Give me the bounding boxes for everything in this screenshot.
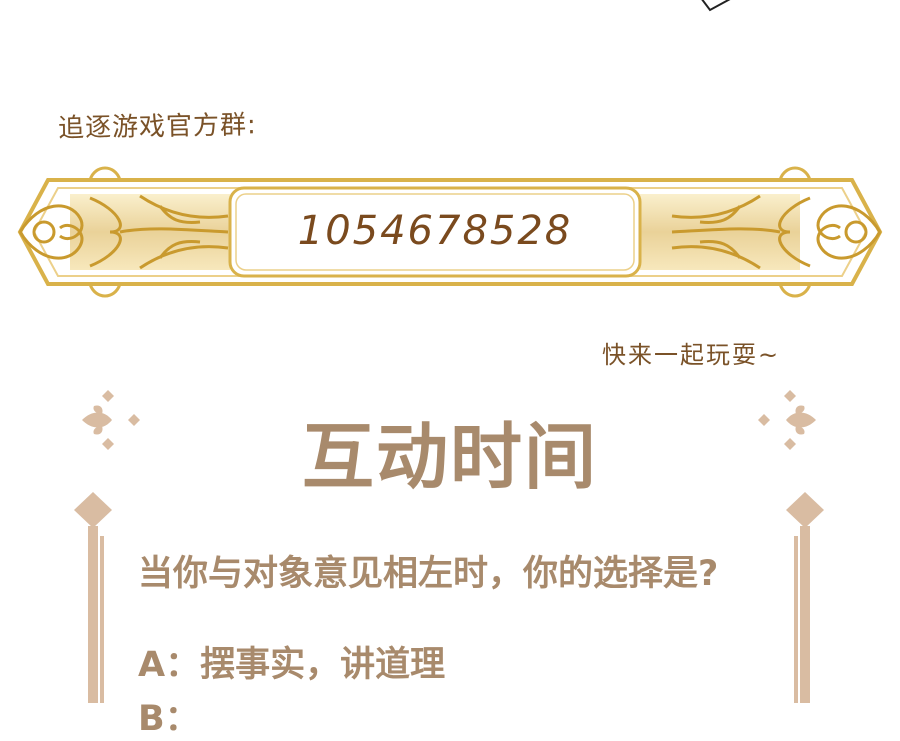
invite-caption: 快来一起玩耍~ bbox=[602, 341, 781, 369]
corner-fragment-icon bbox=[701, 0, 731, 12]
pillar-right bbox=[786, 492, 824, 703]
option-a[interactable]: A：摆事实，讲道理 bbox=[138, 636, 445, 687]
group-caption: 追逐游戏官方群: bbox=[57, 110, 258, 144]
question-text: 当你与对象意见相左时，你的选择是? bbox=[138, 554, 719, 594]
section-title: 互动时间 bbox=[301, 415, 598, 499]
pillar-left bbox=[74, 492, 112, 703]
option-b[interactable]: B： bbox=[138, 690, 200, 741]
group-number: 1054678528 bbox=[297, 208, 573, 254]
